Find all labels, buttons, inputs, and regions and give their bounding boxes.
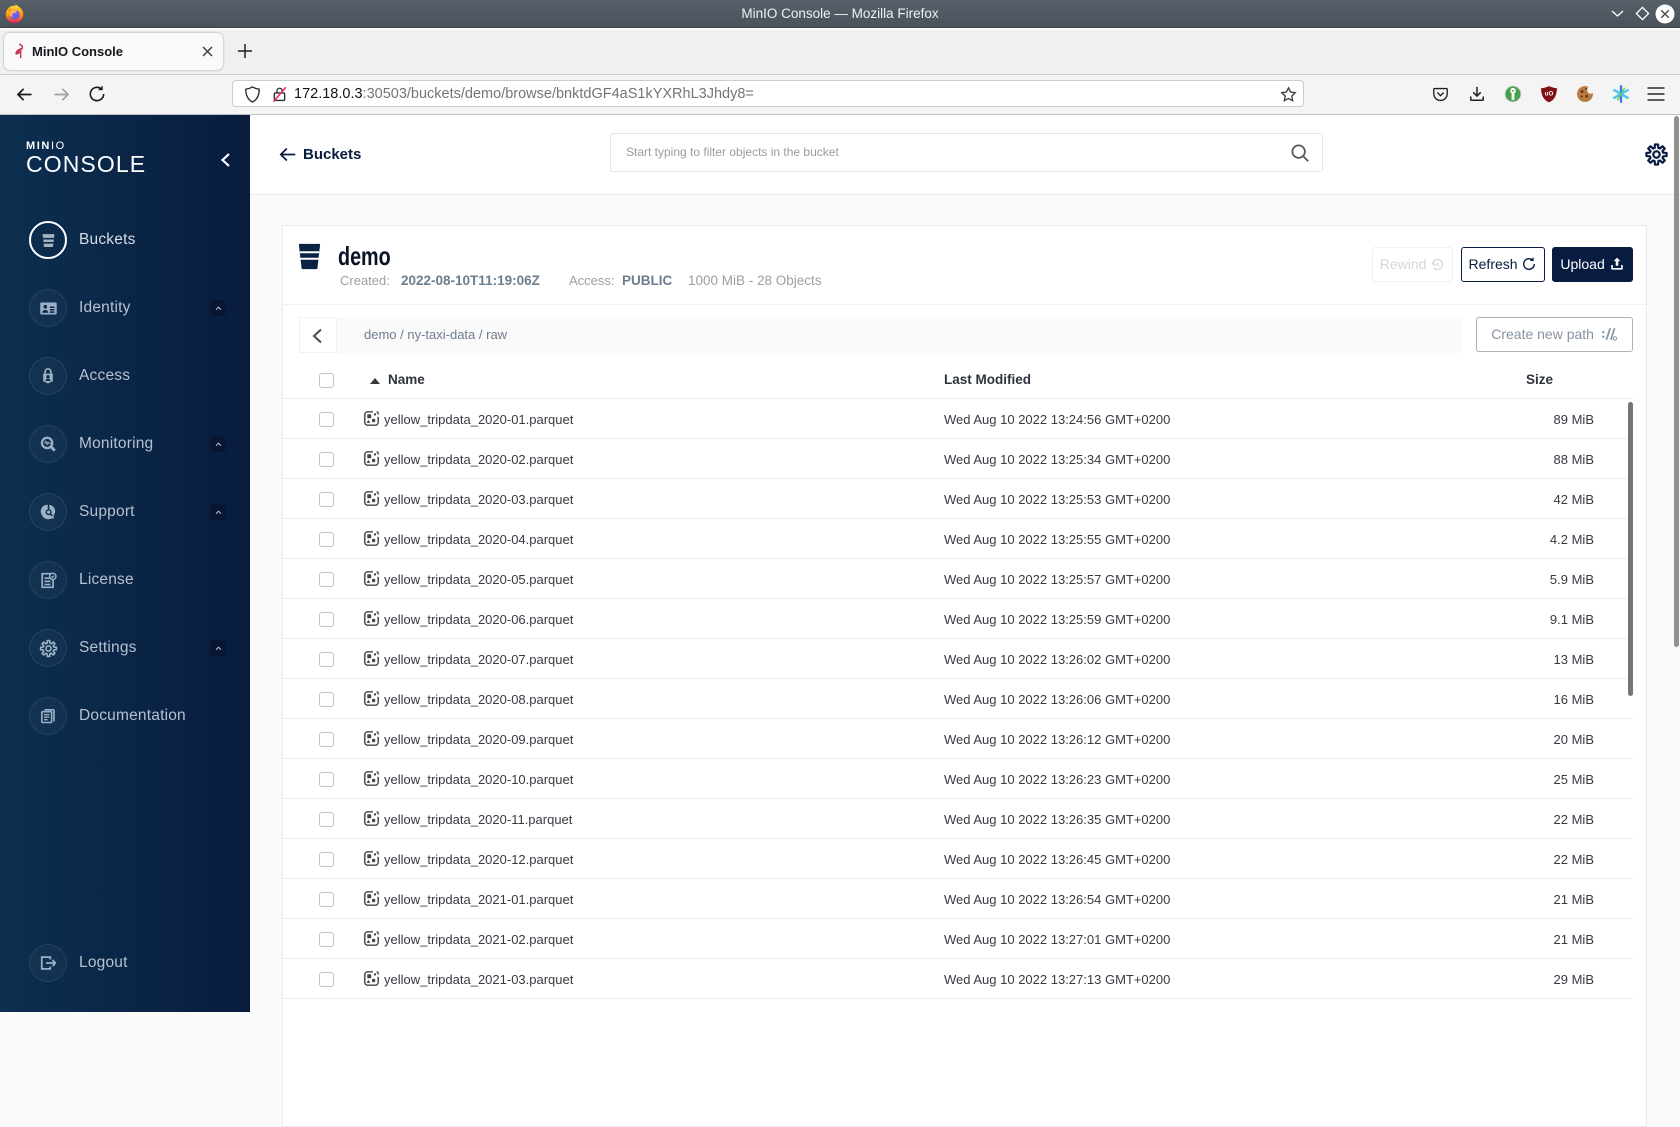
svg-text:uO: uO <box>1545 90 1554 97</box>
